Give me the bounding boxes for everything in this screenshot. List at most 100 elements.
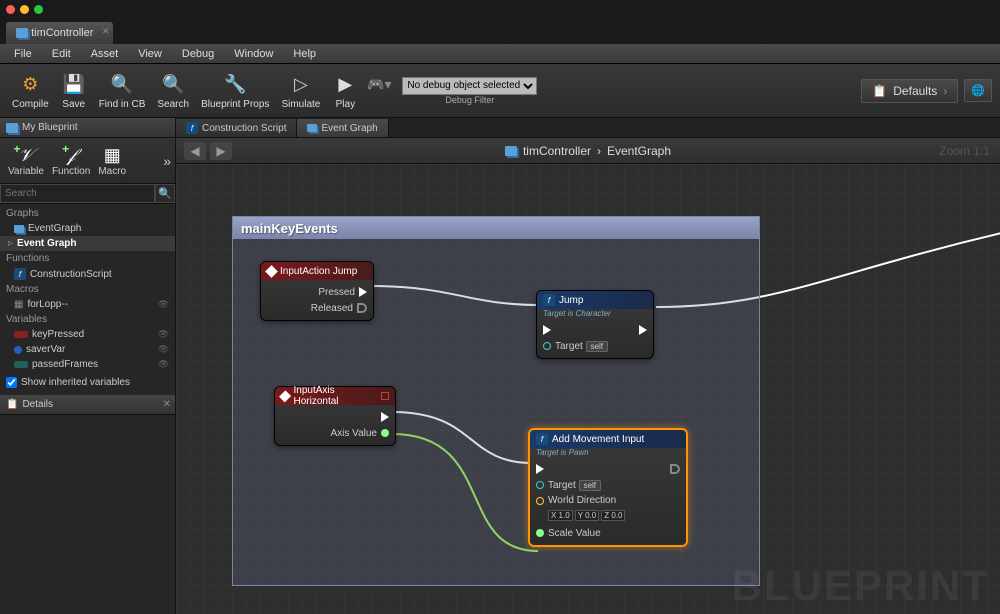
node-warn-icon [381,392,389,400]
var-type-object-icon [14,346,22,354]
details-icon: 📋 [6,399,18,410]
exec-in-pin[interactable] [543,325,551,335]
minimize-window-button[interactable] [20,5,29,14]
blueprint-tree: Graphs EventGraph ▹ Event Graph Function… [0,204,175,374]
node-input-axis-horizontal[interactable]: InputAxis Horizontal Axis Value [274,386,396,446]
details-tab[interactable]: 📋 Details ✕ [0,395,175,415]
tree-forlopp[interactable]: ▦forLopp--👁 [0,297,175,312]
exec-out-pin[interactable] [359,287,367,297]
function-icon: f [14,268,26,280]
add-variable-button[interactable]: +𝒱 Variable [4,145,48,177]
toolbar: ⚙ Compile 💾 Save 🔍 Find in CB 🔍 Search 🔧… [0,64,1000,118]
float-in-pin[interactable] [536,529,544,537]
nav-forward-button[interactable]: ▶ [210,142,232,160]
close-tab-icon[interactable]: ✕ [102,26,110,37]
play-button[interactable]: ▶ Play [326,67,364,115]
macro-icon: ▦ [14,299,23,310]
visibility-icon[interactable]: 👁 [158,359,169,370]
show-inherited-checkbox[interactable] [6,377,17,388]
os-titlebar [0,0,1000,18]
gamepad-icon: 🎮▾ [366,72,392,98]
search-icon: 🔍 [160,72,186,98]
compile-button[interactable]: ⚙ Compile [6,67,55,115]
node-jump[interactable]: fJump Target is Character Target self [536,290,654,359]
world-button[interactable]: 🌐 [964,79,992,102]
breadcrumb: timController › EventGraph [505,144,671,158]
menu-window[interactable]: Window [224,48,283,60]
play-dropdown-button[interactable]: 🎮▾ [364,67,394,115]
defaults-button[interactable]: 📋 Defaults › [861,79,958,103]
play-outline-icon: ▷ [288,72,314,98]
simulate-button[interactable]: ▷ Simulate [275,67,326,115]
exec-out-pin[interactable] [357,303,367,313]
my-blueprint-tab[interactable]: My Blueprint [0,118,175,138]
breadcrumb-child[interactable]: EventGraph [607,144,671,158]
debug-filter-label: Debug Filter [445,95,494,105]
details-panel: 📋 Details ✕ [0,395,175,415]
tree-var-passedframes[interactable]: passedFrames👁 [0,357,175,372]
float-out-pin[interactable] [381,429,389,437]
menu-debug[interactable]: Debug [172,48,224,60]
expand-panel-button[interactable]: » [163,153,171,169]
chevron-right-icon: › [597,144,601,158]
zoom-window-button[interactable] [34,5,43,14]
exec-out-pin[interactable] [381,412,389,422]
menu-asset[interactable]: Asset [81,48,129,60]
target-pin[interactable] [536,481,544,489]
menu-view[interactable]: View [128,48,172,60]
save-button[interactable]: 💾 Save [55,67,93,115]
debug-object-select[interactable]: No debug object selected [402,77,537,95]
comment-title[interactable]: mainKeyEvents [233,217,759,239]
section-variables: Variables [0,312,175,327]
visibility-icon[interactable]: 👁 [158,329,169,340]
menu-help[interactable]: Help [283,48,326,60]
debug-filter: No debug object selected Debug Filter [402,77,537,105]
show-inherited-row[interactable]: Show inherited variables [0,374,175,391]
exec-in-pin[interactable] [536,464,544,474]
event-icon [279,390,291,402]
blueprint-props-button[interactable]: 🔧 Blueprint Props [195,67,275,115]
tree-var-savervar[interactable]: saverVar👁 [0,342,175,357]
nav-back-button[interactable]: ◀ [184,142,206,160]
search-icon[interactable]: 🔍 [155,184,175,203]
vector-pin[interactable] [536,497,544,505]
graph-canvas[interactable]: mainKeyEvents InputAction Jump Pressed R… [176,164,1000,614]
add-macro-button[interactable]: ▦ Macro [94,145,130,177]
window-tab-title: timController [31,27,93,39]
visibility-icon[interactable]: 👁 [158,344,169,355]
function-icon: f [536,433,548,445]
graph-header: ◀ ▶ timController › EventGraph Zoom 1:1 [176,138,1000,164]
blueprint-icon [16,28,28,38]
defaults-icon: 📋 [872,84,887,98]
menu-file[interactable]: File [4,48,42,60]
node-input-action-jump[interactable]: InputAction Jump Pressed Released [260,261,374,321]
tree-construction-script[interactable]: fConstructionScript [0,266,175,282]
blueprint-icon [505,146,517,156]
exec-out-pin[interactable] [639,325,647,335]
find-button[interactable]: 🔍 Find in CB [93,67,152,115]
function-icon: f [186,122,198,134]
search-button[interactable]: 🔍 Search [151,67,195,115]
my-blueprint-toolbar: +𝒱 Variable +𝒻 Function ▦ Macro » [0,138,175,184]
graph-tab-bar: f Construction Script Event Graph [176,118,1000,138]
add-function-button[interactable]: +𝒻 Function [48,145,94,177]
browser-search-icon: 🔍 [109,72,135,98]
close-icon[interactable]: ✕ [163,399,171,410]
tab-event-graph[interactable]: Event Graph [297,119,388,137]
target-pin[interactable] [543,342,551,350]
visibility-icon[interactable]: 👁 [158,299,169,310]
breadcrumb-parent[interactable]: timController [523,144,591,158]
node-add-movement-input[interactable]: fAdd Movement Input Target is Pawn Targe… [528,428,688,547]
search-input[interactable] [0,184,155,203]
menu-bar: File Edit Asset View Debug Window Help [0,44,1000,64]
exec-out-pin[interactable] [670,464,680,474]
tree-var-keypressed[interactable]: keyPressed👁 [0,327,175,342]
menu-edit[interactable]: Edit [42,48,81,60]
wrench-icon: 🔧 [222,72,248,98]
tree-eventgraph[interactable]: EventGraph [0,221,175,236]
window-tab[interactable]: timController ✕ [6,22,113,44]
play-icon: ▶ [332,72,358,98]
tab-construction-script[interactable]: f Construction Script [176,119,297,137]
close-window-button[interactable] [6,5,15,14]
tree-event-graph-expanded[interactable]: ▹ Event Graph [0,236,175,251]
